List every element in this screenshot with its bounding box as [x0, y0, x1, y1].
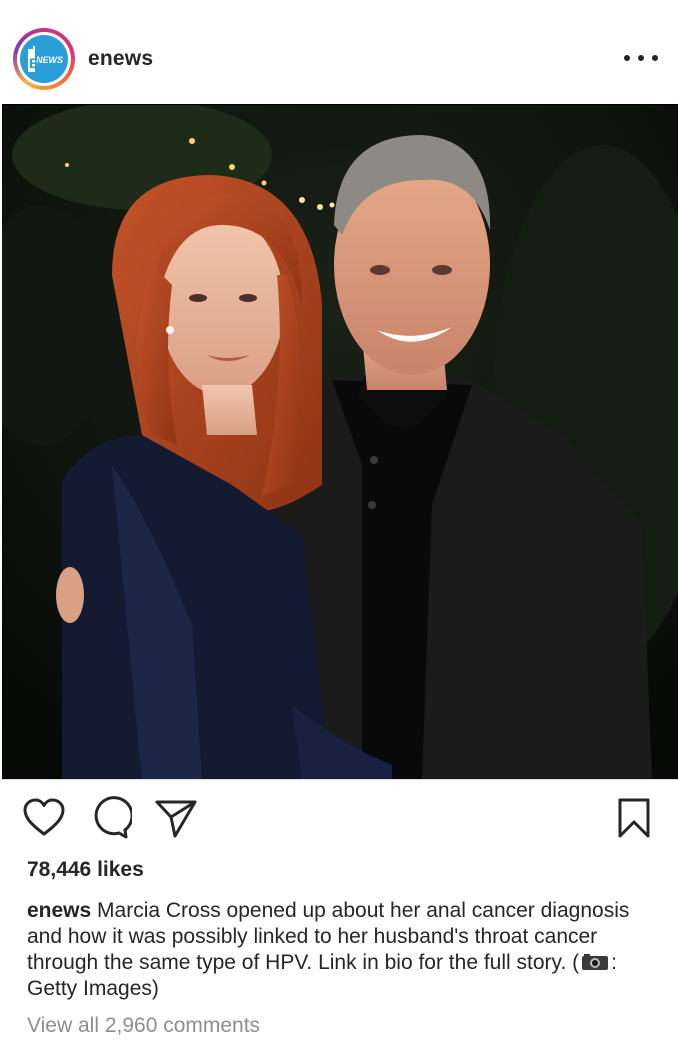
- comment-icon[interactable]: [88, 796, 134, 840]
- svg-text:NEWS: NEWS: [36, 55, 63, 65]
- enews-logo: NEWS E: [28, 46, 63, 72]
- post-actions: [0, 780, 678, 858]
- caption-username[interactable]: enews: [27, 899, 91, 922]
- bookmark-icon[interactable]: [612, 796, 656, 840]
- share-icon[interactable]: [154, 796, 198, 840]
- heart-icon[interactable]: [22, 796, 66, 840]
- photo-illustration: [2, 105, 678, 779]
- post-header: NEWS E enews: [0, 0, 678, 104]
- username[interactable]: enews: [88, 47, 153, 71]
- view-comments-link[interactable]: View all 2,960 comments: [27, 1014, 260, 1038]
- post-photo[interactable]: [2, 104, 678, 780]
- more-options-icon[interactable]: [624, 46, 658, 70]
- svg-text:E: E: [29, 55, 38, 71]
- post-caption: enews Marcia Cross opened up about her a…: [27, 898, 657, 1002]
- avatar[interactable]: NEWS E: [13, 28, 75, 90]
- likes-count[interactable]: 78,446 likes: [27, 858, 144, 882]
- caption-text: Marcia Cross opened up about her anal ca…: [27, 899, 630, 974]
- camera-icon: [582, 954, 609, 970]
